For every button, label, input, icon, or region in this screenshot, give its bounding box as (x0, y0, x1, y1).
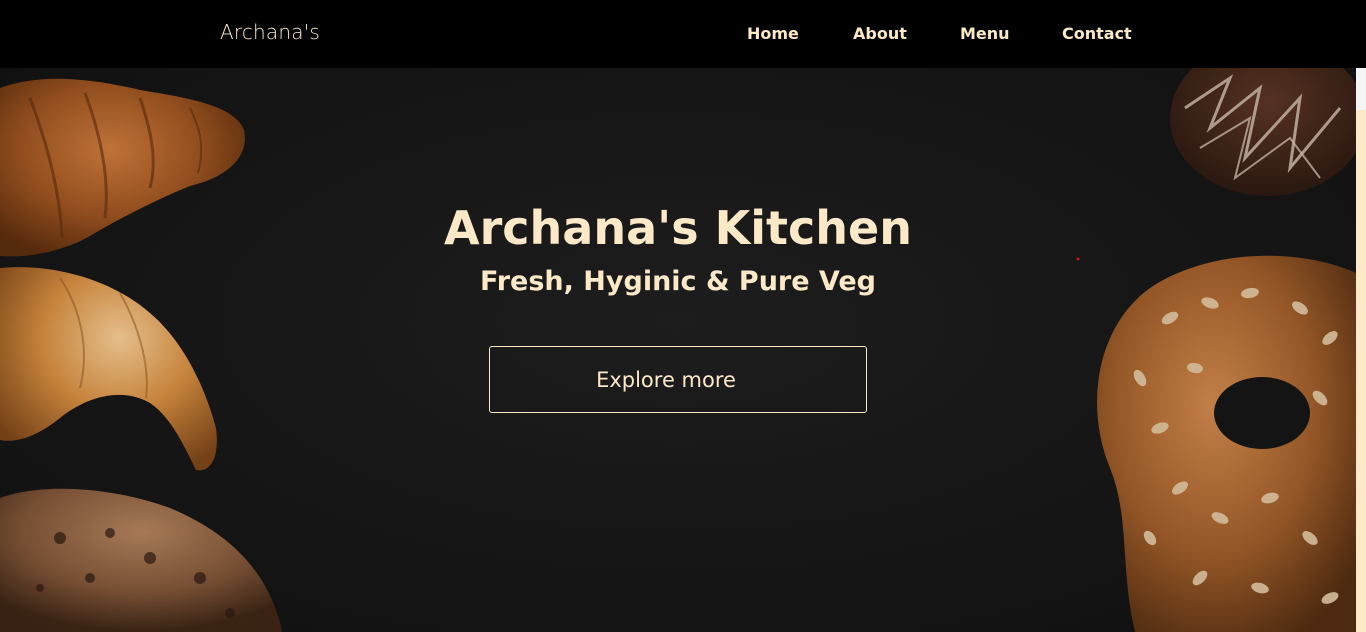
hero-subtitle: Fresh, Hyginic & Pure Veg (0, 266, 1356, 297)
nav-link-menu[interactable]: Menu (960, 24, 1010, 43)
bread-loaf-bottom-left (0, 488, 282, 632)
donut-top-right (1170, 68, 1356, 196)
nav-link-about[interactable]: About (853, 24, 907, 43)
hero-title-text: Archana's Kitchen (444, 201, 912, 255)
explore-more-label: Explore more (596, 367, 736, 392)
hero-section: Archana's Kitchen Fresh, Hyginic & Pure … (0, 68, 1356, 632)
nav-links: Home About Menu Contact (0, 24, 1366, 48)
croissant-pale-left (0, 267, 217, 471)
navbar: Archana's Home About Menu Contact (0, 0, 1366, 68)
hero-subtitle-text: Fresh, Hyginic & Pure Veg (480, 266, 876, 297)
scrollbar-thumb[interactable] (1356, 110, 1366, 632)
red-dot (1076, 257, 1080, 261)
hero-title: Archana's Kitchen (0, 201, 1356, 255)
bagel-right (1097, 255, 1356, 632)
nav-link-home[interactable]: Home (747, 24, 799, 43)
nav-link-contact[interactable]: Contact (1062, 24, 1132, 43)
explore-more-button[interactable]: Explore more (489, 346, 867, 413)
